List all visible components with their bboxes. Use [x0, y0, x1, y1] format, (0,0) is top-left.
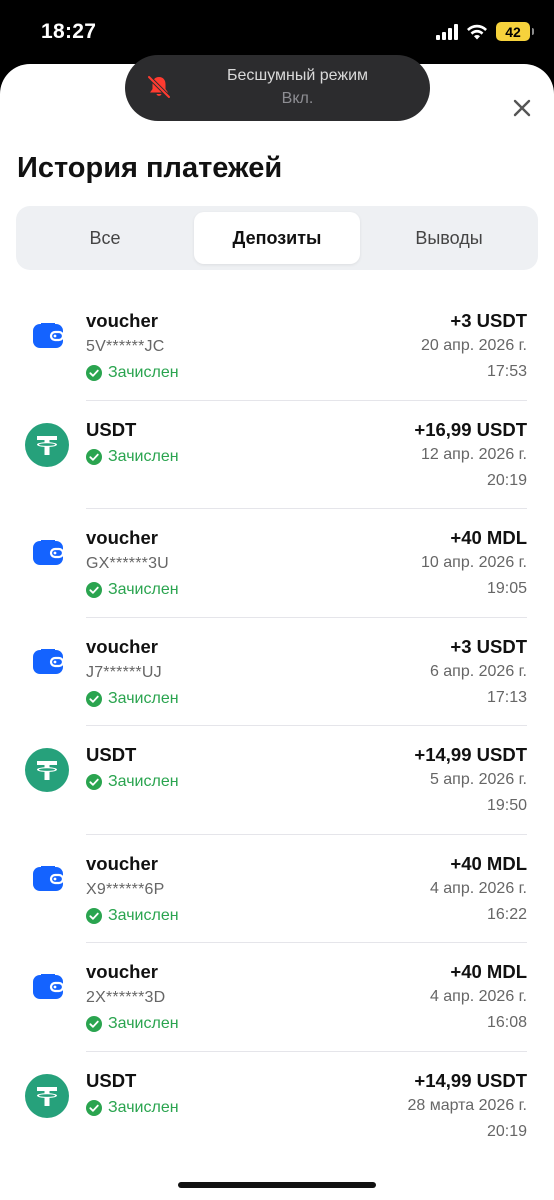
check-circle-icon [86, 365, 102, 381]
status-badge: Зачислен [86, 907, 179, 925]
transaction-date: 10 апр. 2026 г. [421, 554, 527, 571]
tab-deposits[interactable]: Депозиты [194, 212, 360, 264]
transaction-row[interactable]: voucher 5V******JC Зачислен +3 USDT 20 апр. … [0, 292, 554, 401]
payment-history-sheet: История платежей Все Депозиты Выводы vou… [0, 64, 554, 1200]
toast-title: Бесшумный режим [226, 67, 369, 84]
wallet-icon [25, 965, 69, 1009]
transaction-row[interactable]: USDT Зачислен +16,99 USDT 12 апр. 2026 г. 20… [0, 401, 554, 509]
transaction-date: 4 апр. 2026 г. [429, 988, 527, 1005]
wifi-icon [467, 24, 487, 39]
transaction-list: voucher 5V******JC Зачислен +3 USDT 20 апр. … [0, 292, 554, 1160]
check-circle-icon [86, 1099, 102, 1116]
transaction-amount: +3 USDT [450, 635, 527, 657]
check-circle-icon [86, 907, 102, 924]
status-text: Зачислен [108, 773, 179, 790]
silent-mode-toast: Бесшумный режим Вкл. [125, 55, 430, 121]
status-text: Зачислен [108, 906, 179, 924]
status-text: Зачислен [108, 689, 179, 707]
battery-indicator: 42 [496, 22, 534, 41]
transaction-time: 19:05 [486, 580, 527, 597]
transaction-amount: +40 MDL [450, 527, 527, 548]
tabs: Все Депозиты Выводы [16, 206, 538, 270]
transaction-name: USDT [86, 744, 137, 765]
transaction-date: 6 апр. 2026 г. [429, 662, 527, 680]
voucher-code: 5V******JC [86, 338, 165, 355]
transaction-date: 12 апр. 2026 г. [421, 445, 527, 463]
transaction-row[interactable]: voucher X9******6P Зачислен +40 MDL 4 апр. 2… [0, 835, 554, 943]
status-badge: Зачислен [86, 1015, 179, 1033]
transaction-name: voucher [86, 852, 158, 874]
status-badge: Зачислен [86, 448, 179, 466]
wallet-icon [25, 531, 69, 575]
status-text: Зачислен [108, 364, 179, 381]
check-circle-icon [86, 774, 102, 790]
transaction-amount: +3 USDT [450, 310, 527, 331]
transaction-row[interactable]: USDT Зачислен +14,99 USDT 5 апр. 2026 г. 19:… [0, 726, 554, 835]
wallet-icon [25, 640, 69, 684]
transaction-time: 17:53 [486, 363, 527, 380]
tether-icon [25, 422, 69, 467]
status-badge: Зачислен [86, 773, 179, 791]
transaction-time: 16:22 [486, 905, 527, 923]
transaction-name: voucher [86, 635, 158, 657]
cellular-signal-icon [436, 23, 458, 40]
tether-icon [25, 748, 69, 792]
transaction-amount: +40 MDL [450, 852, 527, 874]
transaction-name: voucher [86, 961, 158, 982]
transaction-amount: +40 MDL [450, 961, 527, 982]
status-text: Зачислен [108, 1098, 179, 1116]
status-badge: Зачислен [86, 364, 179, 382]
transaction-amount: +16,99 USDT [414, 418, 527, 440]
voucher-code: 2X******3D [86, 989, 166, 1006]
transaction-time: 20:19 [486, 1122, 527, 1140]
transaction-row[interactable]: voucher J7******UJ Зачислен +3 USDT 6 апр. 2… [0, 618, 554, 726]
tab-all[interactable]: Все [22, 212, 188, 264]
status-badge: Зачислен [86, 690, 179, 708]
transaction-row[interactable]: voucher 2X******3D Зачислен +40 MDL 4 апр. 2… [0, 943, 554, 1052]
status-text: Зачислен [108, 1015, 179, 1032]
wallet-icon [25, 857, 69, 901]
tab-withdrawals[interactable]: Выводы [366, 212, 532, 264]
transaction-time: 19:50 [486, 797, 527, 814]
transaction-name: USDT [86, 1069, 137, 1091]
check-circle-icon [86, 690, 102, 707]
transaction-date: 4 апр. 2026 г. [429, 879, 527, 897]
status-time: 18:27 [41, 20, 97, 43]
transaction-row[interactable]: USDT Зачислен +14,99 USDT 28 марта 2026 г. 2… [0, 1052, 554, 1161]
transaction-time: 16:08 [486, 1014, 527, 1031]
transaction-name: voucher [86, 527, 158, 548]
status-text: Зачислен [108, 581, 179, 598]
voucher-code: X9******6P [86, 880, 165, 898]
tether-icon [25, 1073, 69, 1118]
check-circle-icon [86, 582, 102, 598]
voucher-code: J7******UJ [86, 663, 162, 681]
check-circle-icon [86, 448, 102, 465]
transaction-name: voucher [86, 310, 158, 331]
status-badge: Зачислен [86, 1099, 179, 1117]
transaction-date: 5 апр. 2026 г. [429, 771, 527, 788]
transaction-date: 20 апр. 2026 г. [421, 337, 527, 354]
transaction-row[interactable]: voucher GX******3U Зачислен +40 MDL 10 апр. … [0, 509, 554, 618]
home-indicator[interactable] [178, 1182, 376, 1188]
transaction-time: 20:19 [486, 471, 527, 489]
transaction-amount: +14,99 USDT [414, 1069, 527, 1091]
status-text: Зачислен [108, 447, 179, 465]
transaction-amount: +14,99 USDT [414, 744, 527, 765]
toast-subtitle: Вкл. [281, 90, 314, 107]
check-circle-icon [86, 1016, 102, 1032]
wallet-icon [25, 314, 69, 358]
close-icon[interactable] [510, 96, 534, 120]
voucher-code: GX******3U [86, 555, 169, 572]
page-title: История платежей [17, 152, 283, 184]
transaction-name: USDT [86, 418, 137, 440]
status-indicators: 42 [436, 22, 534, 41]
transaction-date: 28 марта 2026 г. [407, 1096, 527, 1114]
status-badge: Зачислен [86, 581, 179, 599]
transaction-time: 17:13 [486, 688, 527, 706]
